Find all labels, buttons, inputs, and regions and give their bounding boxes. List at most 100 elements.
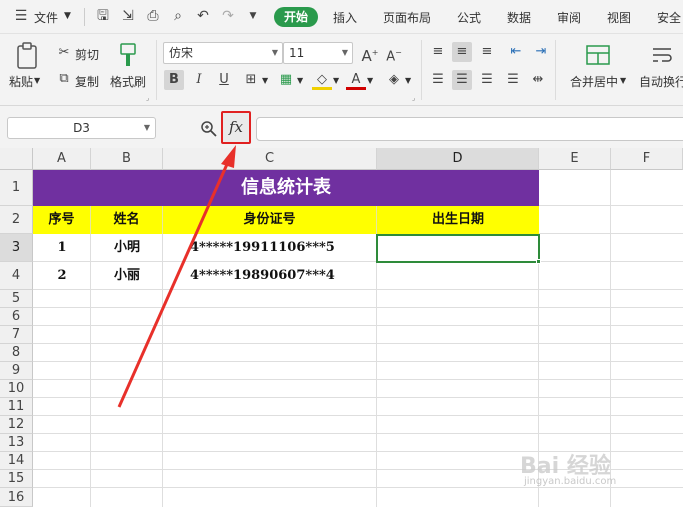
wrap-text-icon[interactable] xyxy=(650,44,674,66)
distributed-icon[interactable]: ⇹ xyxy=(528,70,548,90)
tab-formula[interactable]: 公式 xyxy=(457,9,481,26)
tab-insert[interactable]: 插入 xyxy=(333,9,357,26)
file-menu[interactable]: 文件 xyxy=(34,9,58,26)
paste-icon[interactable] xyxy=(14,42,40,70)
table-cell[interactable]: 1 xyxy=(33,234,91,262)
row-header-13[interactable]: 13 xyxy=(0,434,33,452)
table-cell[interactable]: 4*****19911106***5 xyxy=(190,234,376,262)
row-header-1[interactable]: 1 xyxy=(0,170,33,206)
chevron-down-icon[interactable]: ▼ xyxy=(64,11,71,21)
underline-icon[interactable]: U xyxy=(214,70,234,90)
eraser-icon[interactable]: ◈ xyxy=(384,70,404,90)
decrease-font-size-icon[interactable]: A− xyxy=(384,43,404,64)
undo-icon[interactable]: ↶ xyxy=(195,8,211,24)
row-header-5[interactable]: 5 xyxy=(0,290,33,308)
formula-input[interactable] xyxy=(256,117,683,141)
customize-toolbar-icon[interactable]: ▼ xyxy=(245,8,261,24)
font-launcher-icon[interactable]: ⌟ xyxy=(412,94,415,102)
table-cell[interactable]: 小明 xyxy=(91,234,163,262)
cut-button[interactable]: 剪切 xyxy=(75,46,99,63)
row-header-9[interactable]: 9 xyxy=(0,362,33,380)
tab-home[interactable]: 开始 xyxy=(274,7,318,27)
hamburger-menu-icon[interactable]: ☰ xyxy=(13,8,29,24)
save-icon[interactable]: 🖫 xyxy=(95,8,111,24)
wrap-text-button[interactable]: 自动换行 xyxy=(639,73,683,90)
format-painter-button[interactable]: 格式刷 xyxy=(110,73,146,90)
row-header-4[interactable]: 4 xyxy=(0,262,33,290)
redo-icon[interactable]: ↷ xyxy=(220,8,236,24)
align-top-icon[interactable]: ≡ xyxy=(428,42,448,62)
increase-indent-icon[interactable]: ⇥ xyxy=(531,42,551,62)
increase-font-size-icon[interactable]: A+ xyxy=(360,43,380,65)
chevron-down-icon[interactable]: ▼ xyxy=(367,76,373,85)
chevron-down-icon[interactable]: ▼ xyxy=(620,76,626,85)
row-header-6[interactable]: 6 xyxy=(0,308,33,326)
chevron-down-icon[interactable]: ▼ xyxy=(333,76,339,85)
name-box[interactable]: D3 ▼ xyxy=(7,117,156,139)
table-cell[interactable]: 2 xyxy=(33,262,91,290)
header-cell-name[interactable]: 姓名 xyxy=(91,206,163,234)
font-color-icon[interactable]: A xyxy=(346,70,366,90)
cell-style-icon[interactable]: ▦ xyxy=(276,70,296,90)
fill-handle[interactable] xyxy=(536,259,541,264)
row-header-7[interactable]: 7 xyxy=(0,326,33,344)
column-header-e[interactable]: E xyxy=(539,148,611,170)
clipboard-launcher-icon[interactable]: ⌟ xyxy=(146,94,149,102)
row-header-3[interactable]: 3 xyxy=(0,234,33,262)
row-header-11[interactable]: 11 xyxy=(0,398,33,416)
header-cell-index[interactable]: 序号 xyxy=(33,206,91,234)
chevron-down-icon[interactable]: ▼ xyxy=(262,76,268,85)
align-center-icon[interactable]: ☰ xyxy=(452,70,472,90)
font-size-select[interactable]: 11 ▼ xyxy=(283,42,353,64)
align-bottom-icon[interactable]: ≡ xyxy=(477,42,497,62)
insert-function-button[interactable]: fx xyxy=(221,111,251,144)
scissors-icon[interactable]: ✂ xyxy=(54,43,74,63)
align-middle-icon[interactable]: ≡ xyxy=(452,42,472,62)
row-header-2[interactable]: 2 xyxy=(0,206,33,234)
table-cell[interactable]: 4*****19890607***4 xyxy=(190,262,376,290)
fill-color-icon[interactable]: ◇ xyxy=(312,70,332,90)
zoom-icon[interactable] xyxy=(200,120,218,138)
row-header-12[interactable]: 12 xyxy=(0,416,33,434)
table-title-cell[interactable]: 信息统计表 xyxy=(33,170,539,206)
column-header-d[interactable]: D xyxy=(377,148,539,170)
row-header-8[interactable]: 8 xyxy=(0,344,33,362)
paste-button[interactable]: 粘贴 xyxy=(9,73,33,90)
merge-center-button[interactable]: 合并居中 xyxy=(570,73,618,90)
header-cell-id-number[interactable]: 身份证号 xyxy=(163,206,377,234)
align-right-icon[interactable]: ☰ xyxy=(477,70,497,90)
tab-data[interactable]: 数据 xyxy=(507,9,531,26)
row-header-14[interactable]: 14 xyxy=(0,452,33,470)
column-header-a[interactable]: A xyxy=(33,148,91,170)
bold-icon[interactable]: B xyxy=(164,70,184,90)
tab-page-layout[interactable]: 页面布局 xyxy=(383,9,431,26)
format-painter-icon[interactable] xyxy=(116,42,140,68)
column-header-f[interactable]: F xyxy=(611,148,683,170)
row-header-15[interactable]: 15 xyxy=(0,470,33,488)
chevron-down-icon[interactable]: ▼ xyxy=(34,76,40,85)
borders-icon[interactable]: ⊞ xyxy=(241,70,261,90)
merge-center-icon[interactable] xyxy=(585,44,611,66)
output-pdf-icon[interactable]: ⇲ xyxy=(120,8,136,24)
selected-cell-d3[interactable] xyxy=(376,234,540,263)
select-all-corner[interactable] xyxy=(0,148,33,170)
table-cell[interactable]: 小丽 xyxy=(91,262,163,290)
chevron-down-icon[interactable]: ▼ xyxy=(297,76,303,85)
italic-icon[interactable]: I xyxy=(189,70,209,90)
header-cell-birth-date[interactable]: 出生日期 xyxy=(377,206,539,234)
column-header-c[interactable]: C xyxy=(163,148,377,170)
copy-button[interactable]: 复制 xyxy=(75,73,99,90)
tab-security[interactable]: 安全 xyxy=(657,9,681,26)
align-left-icon[interactable]: ☰ xyxy=(428,70,448,90)
column-header-b[interactable]: B xyxy=(91,148,163,170)
print-preview-icon[interactable]: ⌕ xyxy=(170,8,186,24)
tab-review[interactable]: 审阅 xyxy=(557,9,581,26)
row-header-10[interactable]: 10 xyxy=(0,380,33,398)
chevron-down-icon[interactable]: ▼ xyxy=(405,76,411,85)
tab-view[interactable]: 视图 xyxy=(607,9,631,26)
justify-icon[interactable]: ☰ xyxy=(503,70,523,90)
copy-icon[interactable]: ⧉ xyxy=(54,69,74,89)
decrease-indent-icon[interactable]: ⇤ xyxy=(506,42,526,62)
print-icon[interactable]: ⎙ xyxy=(145,8,161,24)
font-name-select[interactable]: 仿宋 ▼ xyxy=(163,42,283,64)
